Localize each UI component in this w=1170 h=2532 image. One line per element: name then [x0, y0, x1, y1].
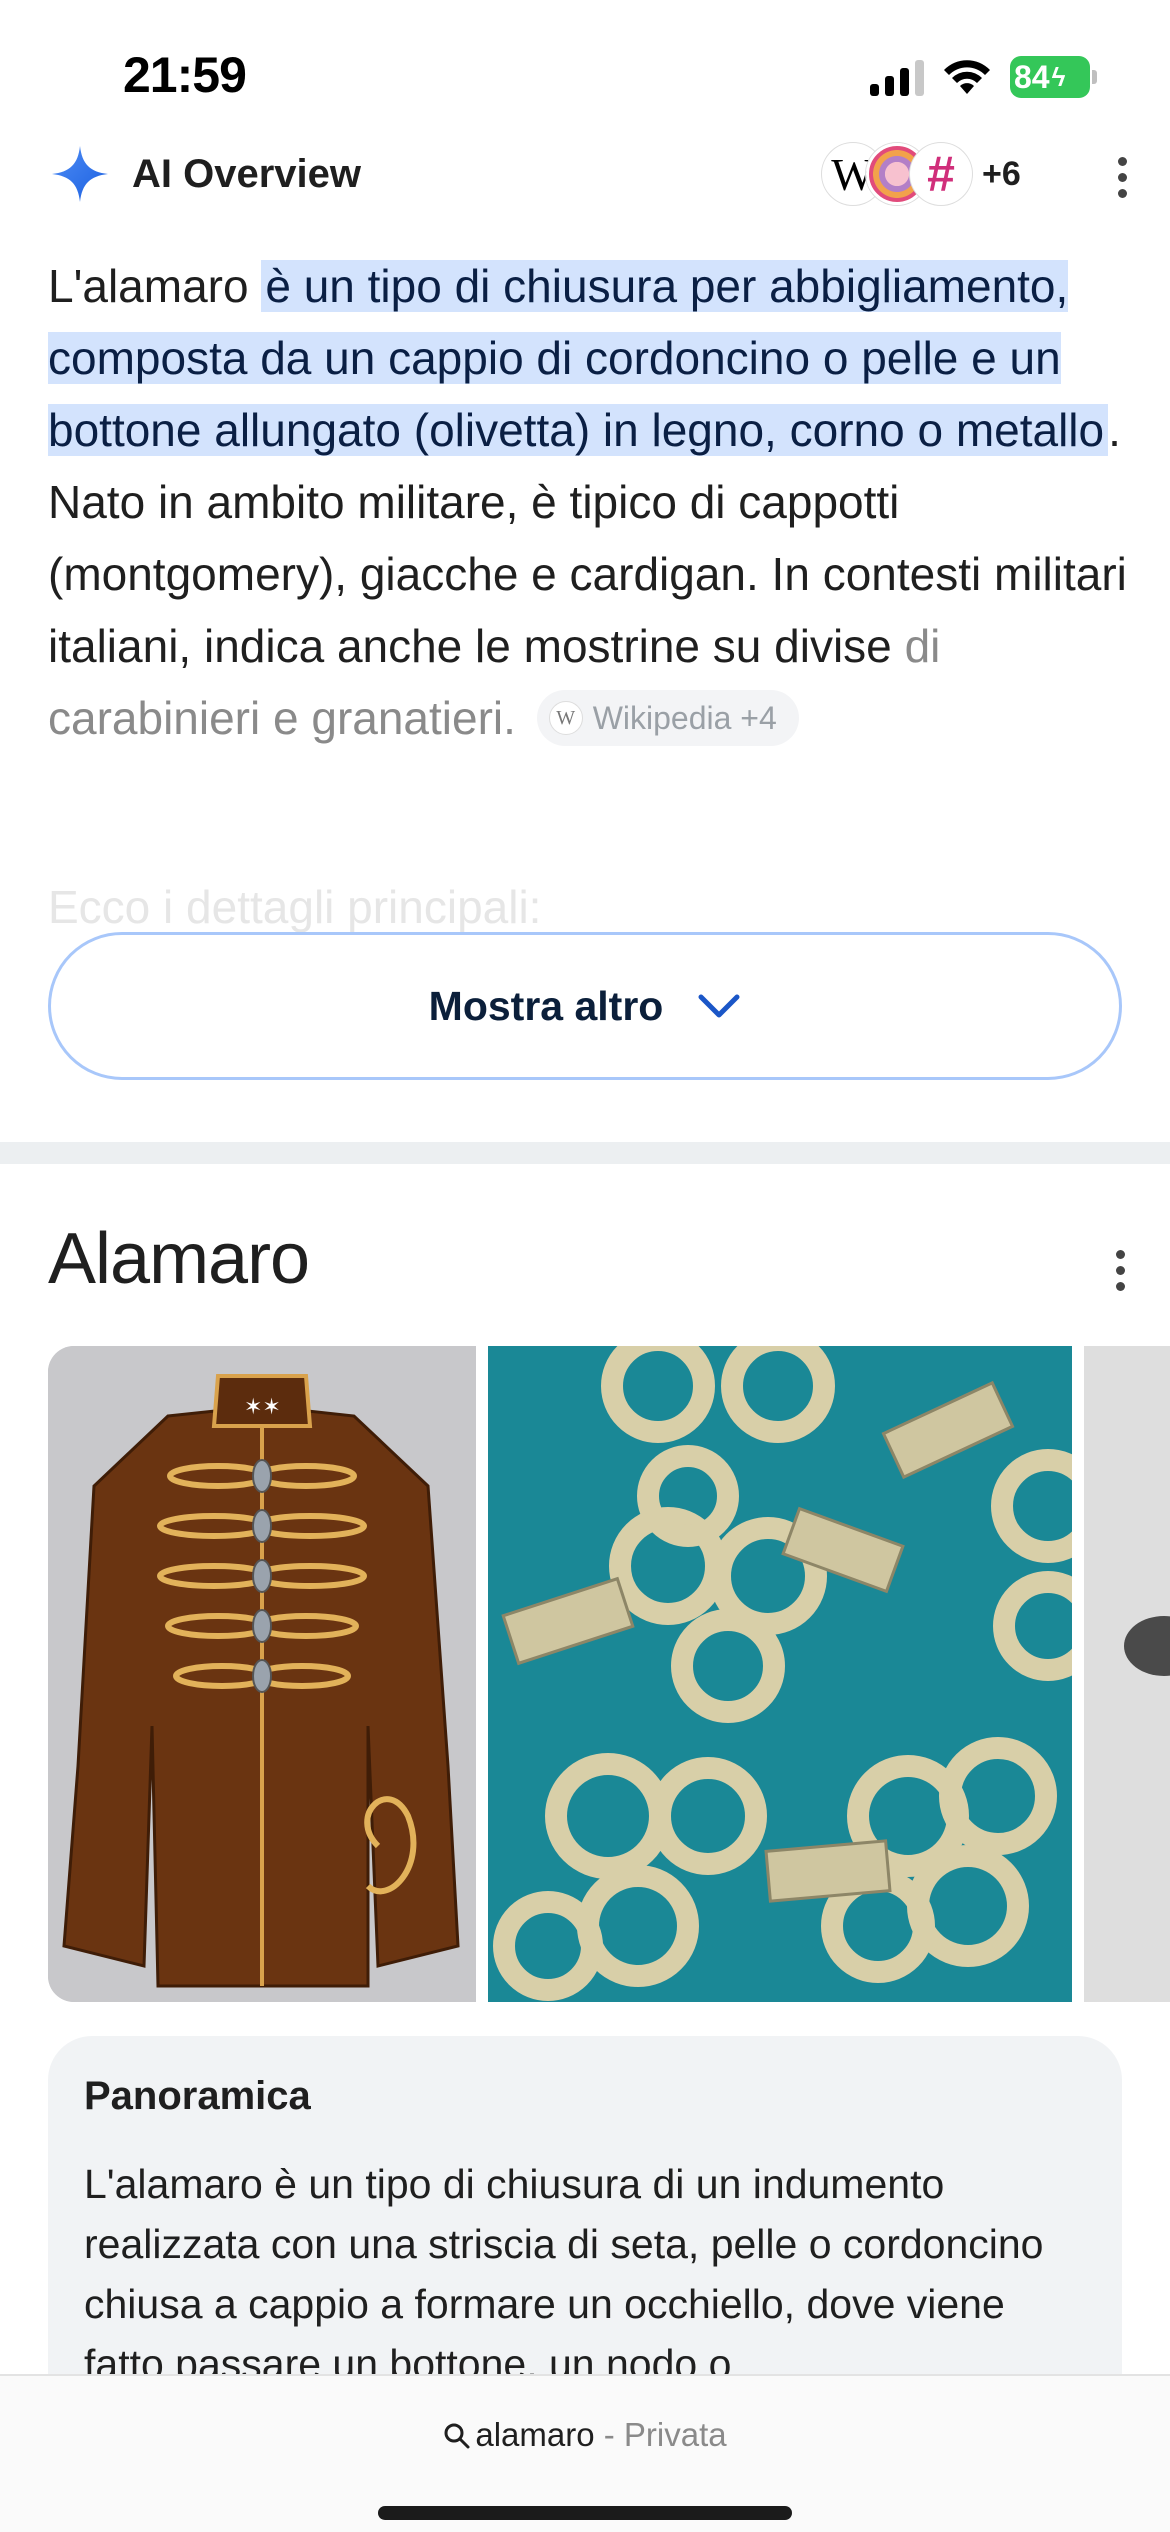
ai-sparkle-icon — [52, 146, 108, 202]
home-indicator[interactable] — [378, 2506, 792, 2520]
address-separator: - — [603, 2416, 615, 2453]
search-query: alamaro — [475, 2416, 595, 2453]
citation-chip-label: Wikipedia +4 — [592, 699, 777, 736]
wikipedia-icon: W — [548, 700, 583, 735]
image-jacket[interactable]: ✶✶ — [48, 1346, 476, 2002]
browser-address-bar[interactable]: alamaro - Privata — [0, 2374, 1170, 2532]
leather-closure-image — [1084, 1346, 1170, 2002]
ai-overview-title: AI Overview — [132, 152, 362, 196]
military-jacket-image: ✶✶ — [48, 1346, 476, 2002]
overview-text: L'alamaro è un tipo di chiusura di un in… — [84, 2161, 1044, 2387]
battery-level: 84 — [1014, 58, 1050, 95]
knowledge-panel-title: Alamaro — [48, 1219, 310, 1299]
more-sources-count[interactable]: +6 — [982, 155, 1021, 194]
metal-frog-closures-image — [488, 1346, 1072, 2002]
private-mode-label: Privata — [623, 2416, 727, 2453]
knowledge-panel-menu-icon[interactable] — [1114, 1250, 1126, 1291]
section-divider — [0, 1142, 1170, 1164]
image-carousel[interactable]: ✶✶ — [48, 1346, 1170, 2002]
status-time: 21:59 — [123, 47, 247, 103]
overview-title: Panoramica — [84, 2074, 311, 2118]
image-partial[interactable] — [1084, 1346, 1170, 2002]
show-more-button[interactable]: Mostra altro — [48, 932, 1122, 1080]
svg-text:✶✶: ✶✶ — [244, 1395, 281, 1420]
hashtag-source-icon[interactable]: # — [910, 143, 972, 205]
source-icons[interactable]: W # +6 — [822, 143, 1021, 205]
ai-text-intro: L'alamaro — [48, 260, 262, 312]
address-field[interactable]: alamaro - Privata — [0, 2416, 1170, 2454]
wifi-icon — [944, 60, 990, 94]
status-bar: 21:59 84 ϟ — [0, 0, 1170, 140]
faded-next-heading: Ecco i dettagli principali: — [48, 881, 542, 933]
chevron-down-icon — [698, 994, 740, 1018]
search-icon — [444, 2423, 470, 2449]
ai-overview-text: L'alamaro è un tipo di chiusura per abbi… — [48, 250, 1128, 754]
show-more-label: Mostra altro — [428, 982, 664, 1029]
cellular-signal-icon — [870, 58, 924, 96]
ai-overview-header: AI Overview W # +6 — [0, 140, 1170, 210]
image-metal-frogs[interactable] — [488, 1346, 1072, 2002]
status-icons: 84 ϟ — [870, 56, 1097, 98]
charging-icon: ϟ — [1051, 61, 1066, 92]
battery-indicator: 84 ϟ — [1010, 56, 1097, 98]
ai-overview-menu-icon[interactable] — [1116, 157, 1128, 198]
citation-chip[interactable]: W Wikipedia +4 — [536, 689, 799, 746]
